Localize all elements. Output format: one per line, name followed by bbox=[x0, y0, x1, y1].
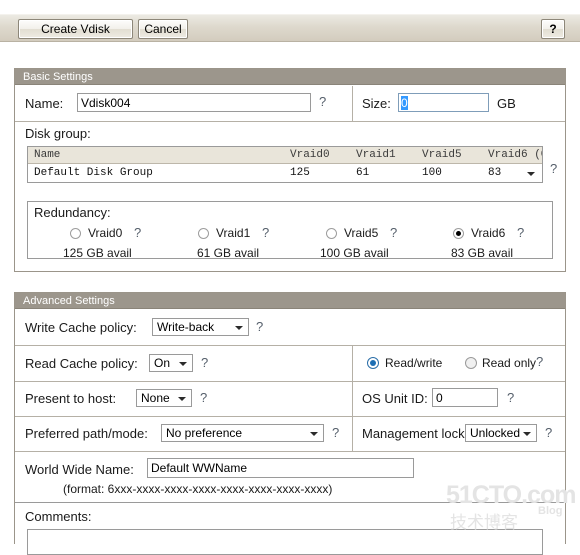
size-input-value: 0 bbox=[401, 96, 408, 110]
write-cache-select[interactable]: Write-back bbox=[152, 318, 249, 336]
read-cache-value: On bbox=[154, 356, 171, 370]
radio-read-only-label: Read only bbox=[482, 356, 537, 370]
chevron-down-icon bbox=[179, 362, 187, 366]
name-input[interactable]: Vdisk004 bbox=[77, 93, 311, 112]
cell-vraid1: 61 bbox=[356, 167, 370, 179]
column-header-vraid5: Vraid5 bbox=[422, 149, 462, 161]
present-host-value: None bbox=[141, 391, 170, 405]
chevron-down-icon bbox=[310, 432, 318, 436]
present-host-select[interactable]: None bbox=[136, 389, 192, 407]
read-cache-help-icon[interactable]: ? bbox=[201, 355, 208, 370]
comments-textarea[interactable] bbox=[27, 529, 543, 555]
cancel-button[interactable]: Cancel bbox=[138, 19, 188, 39]
wwn-input[interactable]: Default WWName bbox=[147, 458, 414, 478]
os-unit-help-icon[interactable]: ? bbox=[507, 390, 514, 405]
help-button[interactable]: ? bbox=[541, 19, 565, 39]
redundancy-label: Redundancy: bbox=[34, 205, 111, 220]
top-toolbar: Create Vdisk Cancel ? bbox=[0, 14, 580, 42]
name-help-icon[interactable]: ? bbox=[319, 94, 326, 109]
column-header-vraid1: Vraid1 bbox=[356, 149, 396, 161]
disk-group-table[interactable]: Name Vraid0 Vraid1 Vraid5 Vraid6 (GB) De… bbox=[27, 146, 543, 183]
name-size-row: Name: Vdisk004 ? Size: 0 GB bbox=[15, 86, 565, 121]
write-cache-row: Write Cache policy: Write-back ? bbox=[15, 310, 565, 345]
preferred-path-row: Preferred path/mode: No preference ? Man… bbox=[15, 417, 565, 451]
redundancy-group: Redundancy: Vraid0 ? 125 GB avail Vraid1… bbox=[27, 201, 553, 260]
preferred-path-value: No preference bbox=[166, 426, 243, 440]
wwn-label: World Wide Name: bbox=[25, 462, 134, 477]
radio-vraid5[interactable] bbox=[326, 228, 337, 239]
vraid6-help-icon[interactable]: ? bbox=[517, 225, 524, 240]
size-unit-label: GB bbox=[497, 96, 516, 111]
advanced-settings-panel: Advanced Settings Write Cache policy: Wr… bbox=[14, 292, 566, 555]
radio-read-write-label: Read/write bbox=[385, 356, 443, 370]
vraid1-avail-label: 61 GB avail bbox=[197, 246, 260, 260]
cell-vraid6: 83 bbox=[488, 167, 502, 179]
disk-group-help-icon[interactable]: ? bbox=[550, 161, 557, 176]
present-host-help-icon[interactable]: ? bbox=[200, 390, 207, 405]
mgmt-lock-select[interactable]: Unlocked bbox=[465, 424, 537, 442]
vraid0-help-icon[interactable]: ? bbox=[134, 225, 141, 240]
write-cache-value: Write-back bbox=[157, 320, 215, 334]
basic-settings-panel: Basic Settings Name: Vdisk004 ? Size: 0 … bbox=[14, 68, 566, 272]
radio-vraid1-label: Vraid1 bbox=[216, 226, 251, 240]
row-divider bbox=[352, 346, 353, 381]
radio-vraid6[interactable] bbox=[453, 228, 464, 239]
disk-group-label: Disk group: bbox=[25, 126, 91, 141]
column-header-vraid6: Vraid6 (GB) bbox=[488, 149, 542, 161]
mgmt-lock-help-icon[interactable]: ? bbox=[545, 425, 552, 440]
row-divider bbox=[352, 417, 353, 451]
radio-vraid5-label: Vraid5 bbox=[344, 226, 379, 240]
present-host-row: Present to host: None ? OS Unit ID: 0 ? bbox=[15, 382, 565, 416]
preferred-path-select[interactable]: No preference bbox=[161, 424, 324, 442]
radio-vraid0-label: Vraid0 bbox=[88, 226, 123, 240]
chevron-down-icon bbox=[178, 397, 186, 401]
preferred-path-label: Preferred path/mode: bbox=[25, 426, 148, 441]
cell-name: Default Disk Group bbox=[34, 167, 153, 179]
present-host-label: Present to host: bbox=[25, 391, 117, 406]
column-header-vraid0: Vraid0 bbox=[290, 149, 330, 161]
read-cache-select[interactable]: On bbox=[149, 354, 193, 372]
os-unit-label: OS Unit ID: bbox=[362, 391, 428, 406]
comments-label: Comments: bbox=[25, 509, 92, 524]
radio-read-write[interactable] bbox=[367, 357, 379, 369]
radio-vraid0[interactable] bbox=[70, 228, 81, 239]
read-cache-label: Read Cache policy: bbox=[25, 356, 138, 371]
vraid1-help-icon[interactable]: ? bbox=[262, 225, 269, 240]
column-header-name: Name bbox=[34, 149, 61, 161]
size-input[interactable]: 0 bbox=[398, 93, 489, 112]
chevron-down-icon[interactable] bbox=[527, 172, 535, 176]
table-row[interactable]: Default Disk Group 125 61 100 83 bbox=[28, 164, 542, 182]
wwn-row: World Wide Name: Default WWName (format:… bbox=[15, 452, 565, 497]
chevron-down-icon bbox=[523, 432, 531, 436]
write-cache-help-icon[interactable]: ? bbox=[256, 319, 263, 334]
disk-group-table-header: Name Vraid0 Vraid1 Vraid5 Vraid6 (GB) bbox=[28, 147, 542, 164]
comments-row: Comments: bbox=[15, 502, 565, 555]
basic-settings-header: Basic Settings bbox=[15, 69, 565, 85]
advanced-settings-header: Advanced Settings bbox=[15, 293, 565, 309]
access-help-icon[interactable]: ? bbox=[536, 354, 543, 369]
mgmt-lock-value: Unlocked bbox=[470, 426, 521, 440]
vraid6-avail-label: 83 GB avail bbox=[451, 246, 514, 260]
row-divider bbox=[352, 86, 353, 121]
size-label: Size: bbox=[362, 96, 391, 111]
cell-vraid5: 100 bbox=[422, 167, 442, 179]
mgmt-lock-label: Management lock: bbox=[362, 426, 469, 441]
chevron-down-icon bbox=[235, 326, 243, 330]
write-cache-label: Write Cache policy: bbox=[25, 320, 137, 335]
disk-group-row: Disk group: Name Vraid0 Vraid1 Vraid5 Vr… bbox=[15, 122, 565, 191]
create-vdisk-button[interactable]: Create Vdisk bbox=[18, 19, 133, 39]
vraid0-avail-label: 125 GB avail bbox=[63, 246, 132, 260]
radio-vraid1[interactable] bbox=[198, 228, 209, 239]
preferred-path-help-icon[interactable]: ? bbox=[332, 425, 339, 440]
radio-vraid6-label: Vraid6 bbox=[471, 226, 506, 240]
row-divider bbox=[352, 382, 353, 416]
vraid5-avail-label: 100 GB avail bbox=[320, 246, 389, 260]
name-label: Name: bbox=[25, 96, 64, 111]
os-unit-input[interactable]: 0 bbox=[432, 388, 498, 407]
wwn-format-hint: (format: 6xxx-xxxx-xxxx-xxxx-xxxx-xxxx-x… bbox=[63, 482, 333, 496]
radio-read-only[interactable] bbox=[465, 357, 477, 369]
cell-vraid0: 125 bbox=[290, 167, 310, 179]
read-cache-row: Read Cache policy: On ? Read/write Read … bbox=[15, 346, 565, 381]
vraid5-help-icon[interactable]: ? bbox=[390, 225, 397, 240]
